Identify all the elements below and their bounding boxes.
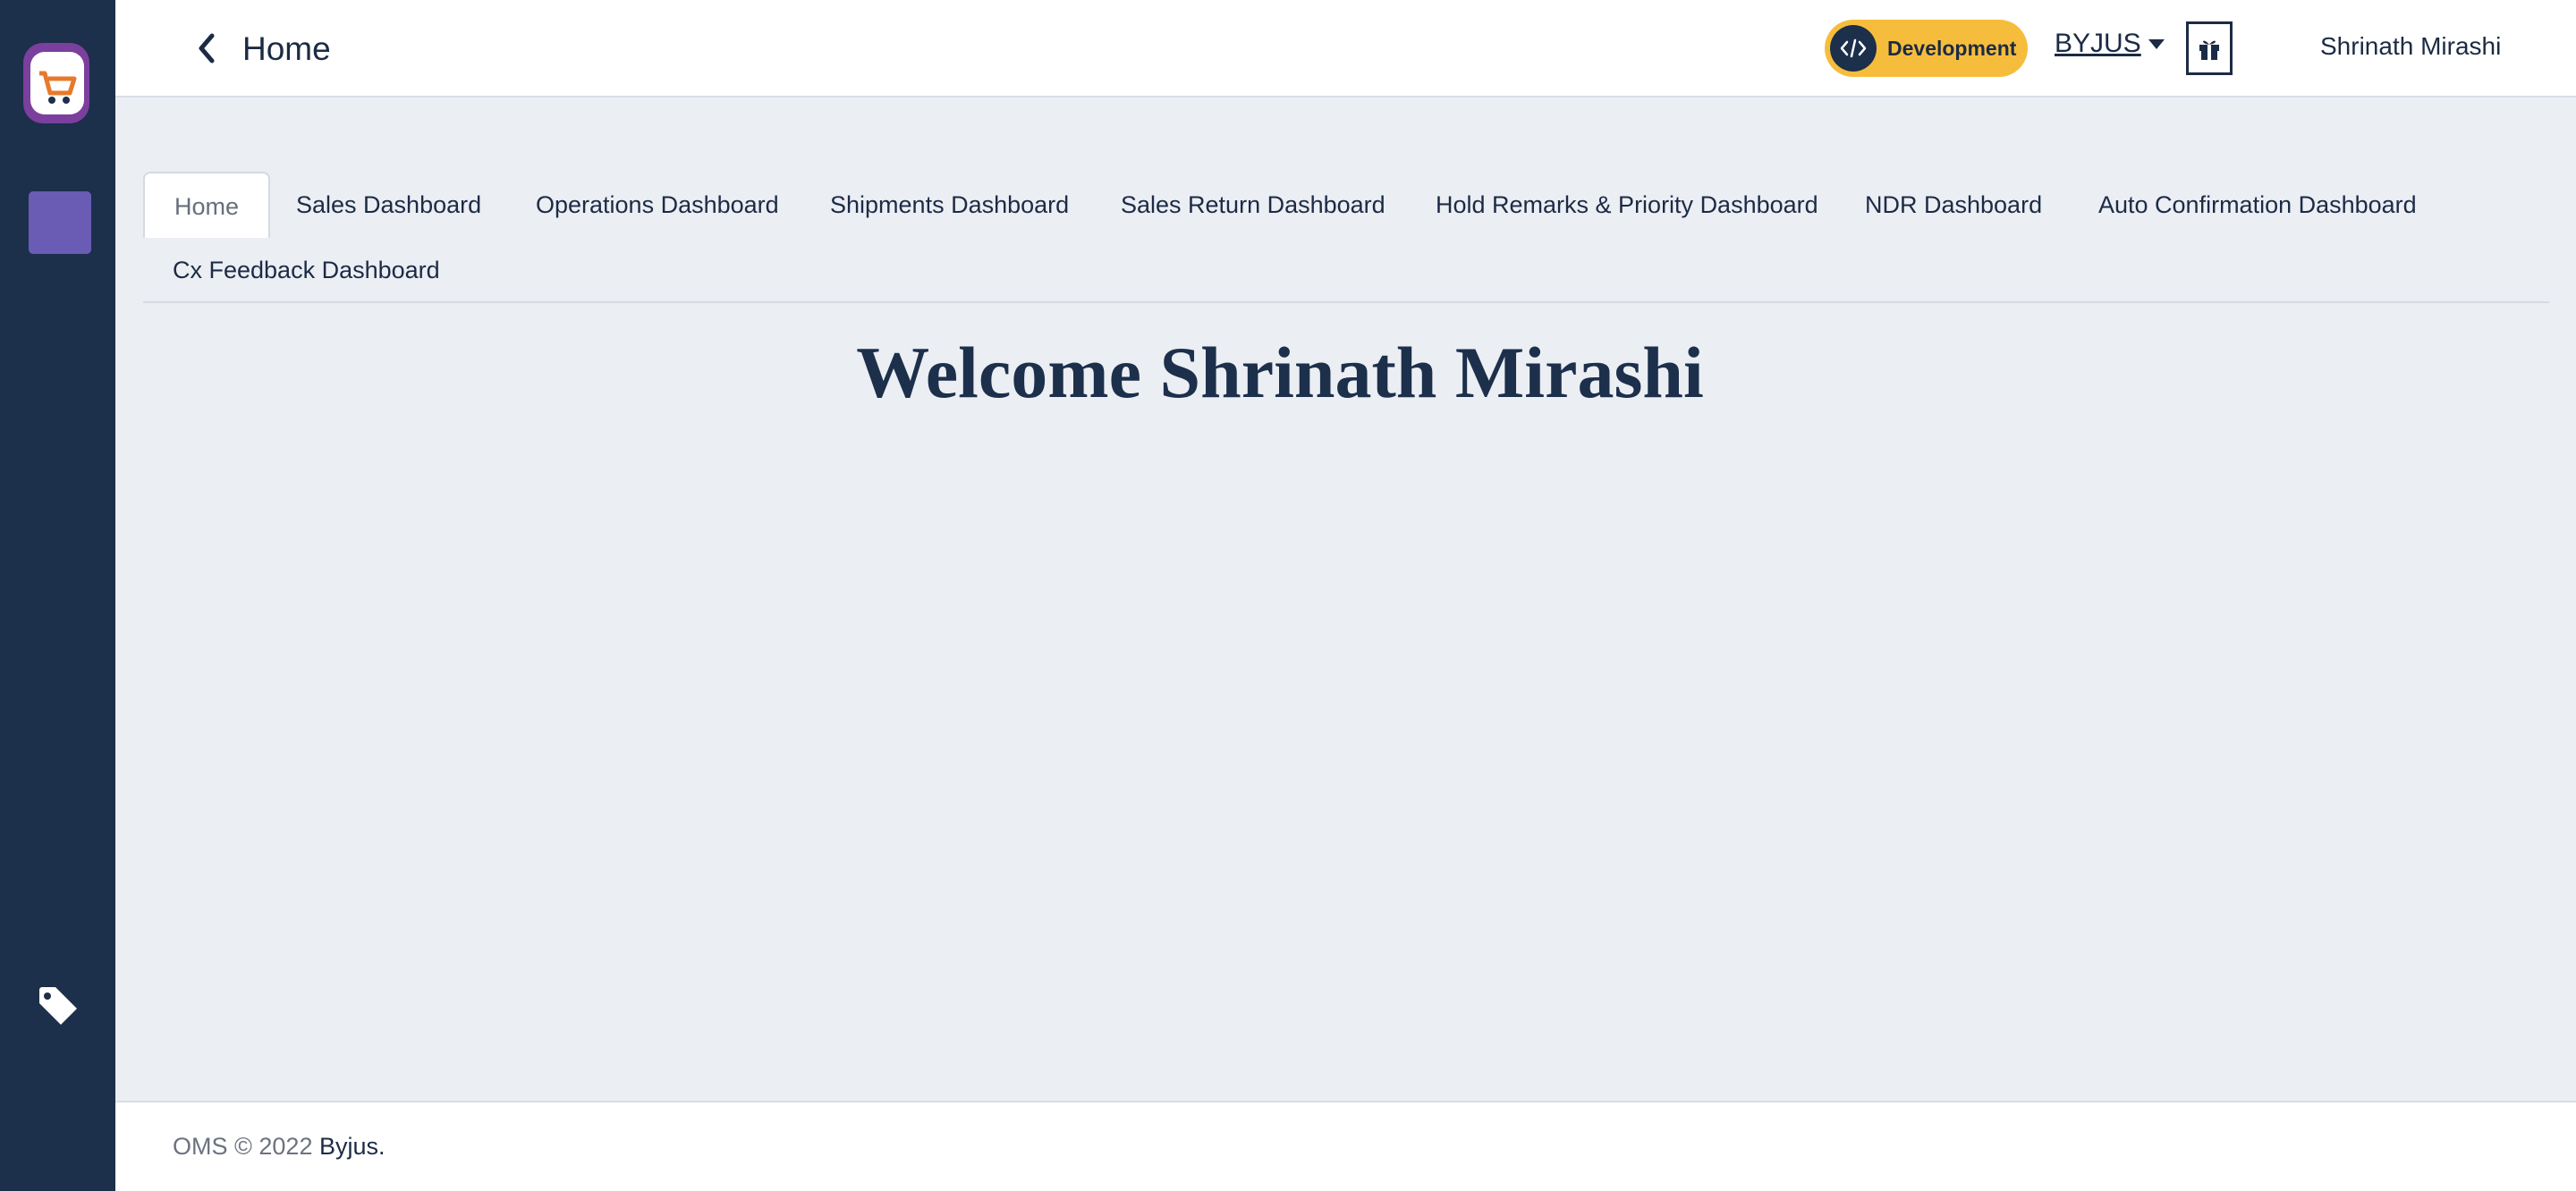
tab-shipments-dashboard[interactable]: Shipments Dashboard bbox=[801, 172, 1098, 238]
welcome-heading: Welcome Shrinath Mirashi bbox=[856, 332, 1704, 413]
back-button[interactable] bbox=[185, 27, 228, 70]
app-logo-icon[interactable] bbox=[21, 41, 93, 127]
organization-label: BYJUS bbox=[2055, 29, 2141, 58]
tab-cx-feedback-dashboard[interactable]: Cx Feedback Dashboard bbox=[143, 237, 470, 303]
footer-prefix: OMS © 2022 bbox=[173, 1133, 319, 1160]
environment-label: Development bbox=[1887, 36, 2017, 60]
gift-button[interactable] bbox=[2186, 21, 2233, 75]
footer-company-link[interactable]: Byjus. bbox=[319, 1133, 386, 1160]
back-arrow-icon bbox=[199, 33, 215, 63]
dashboard-tabs: Home Sales Dashboard Operations Dashboar… bbox=[143, 172, 2549, 303]
footer-copyright: OMS © 2022 Byjus. bbox=[173, 1133, 386, 1161]
tab-auto-confirmation-dashboard[interactable]: Auto Confirmation Dashboard bbox=[2069, 172, 2446, 238]
gift-icon bbox=[2199, 40, 2219, 60]
organization-select[interactable]: BYJUS bbox=[2055, 29, 2165, 59]
tab-sales-return-dashboard[interactable]: Sales Return Dashboard bbox=[1091, 172, 1415, 238]
code-icon bbox=[1830, 25, 1877, 72]
caret-down-icon bbox=[2148, 38, 2165, 49]
tab-home[interactable]: Home bbox=[143, 172, 271, 238]
tab-sales-dashboard[interactable]: Sales Dashboard bbox=[267, 172, 511, 238]
tab-ndr-dashboard[interactable]: NDR Dashboard bbox=[1835, 172, 2072, 238]
sidebar bbox=[0, 0, 115, 1191]
sidebar-item-dashboard[interactable] bbox=[29, 191, 91, 254]
user-menu[interactable]: Shrinath Mirashi bbox=[2320, 32, 2501, 61]
page-title: Home bbox=[242, 30, 331, 67]
top-bar: Home Development BYJUS Shrinath Mirashi bbox=[115, 0, 2576, 97]
tab-hold-remarks-priority-dashboard[interactable]: Hold Remarks & Priority Dashboard bbox=[1406, 172, 1848, 238]
tag-icon[interactable] bbox=[36, 984, 80, 1028]
environment-badge[interactable]: Development bbox=[1825, 20, 2028, 77]
tab-operations-dashboard[interactable]: Operations Dashboard bbox=[506, 172, 809, 238]
footer: OMS © 2022 Byjus. bbox=[115, 1101, 2576, 1191]
